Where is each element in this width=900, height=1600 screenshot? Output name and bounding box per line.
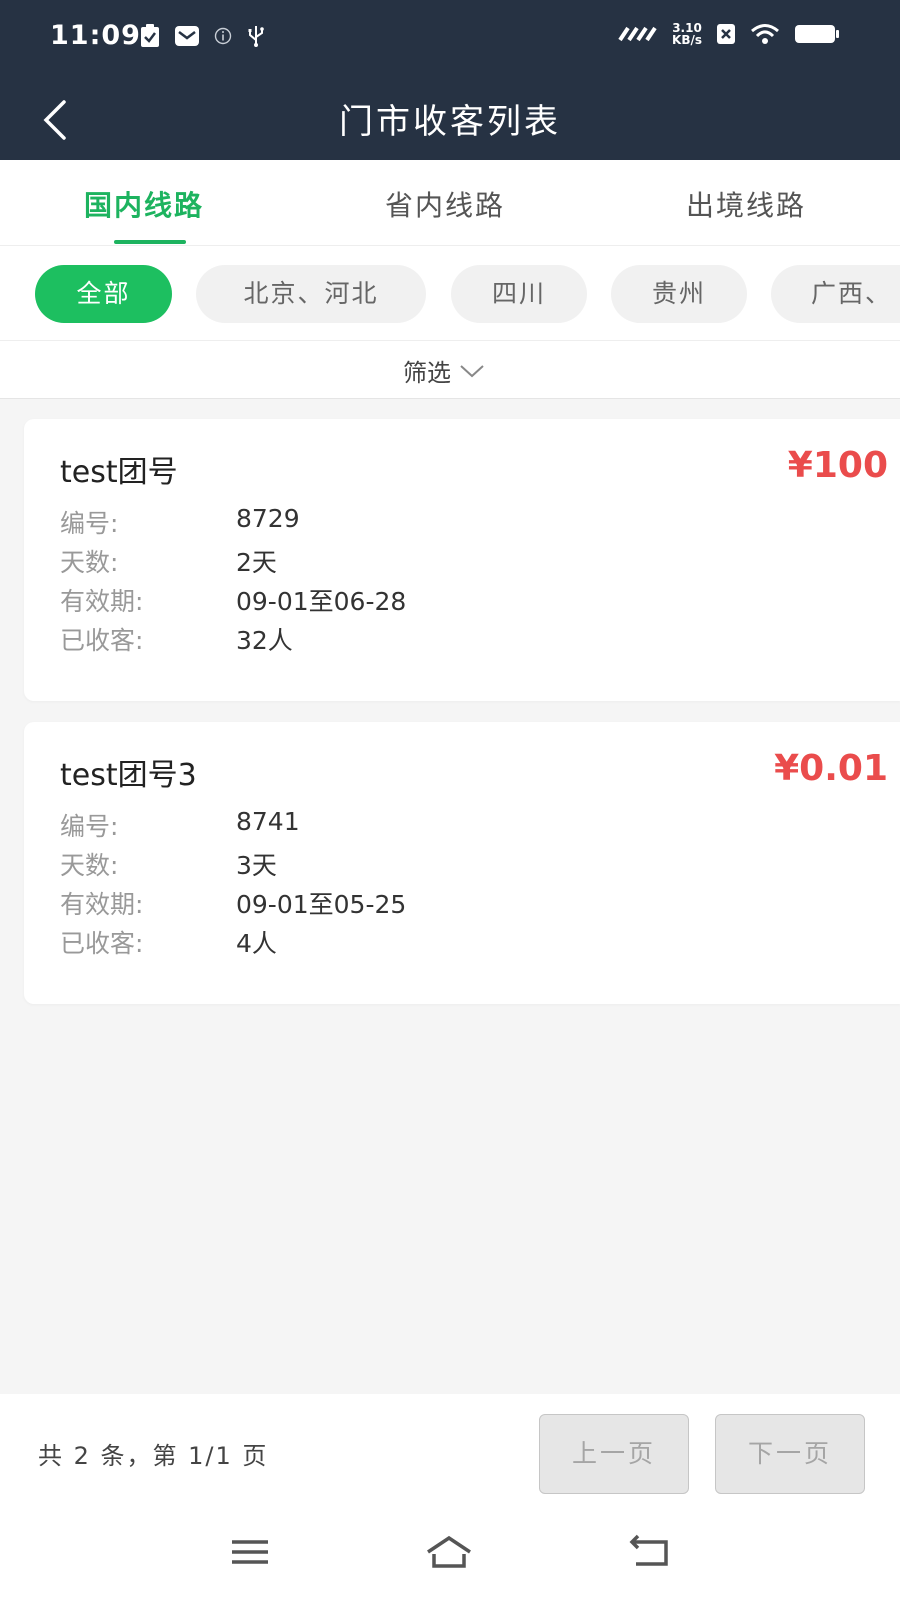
tour-price: ¥0.01 xyxy=(774,748,888,789)
route-tabs: 国内线路 省内线路 出境线路 xyxy=(0,160,900,246)
clipboard-icon xyxy=(141,24,159,47)
tour-code-value: 8729 xyxy=(236,504,300,533)
tour-name: test团号 xyxy=(60,455,178,490)
tour-days-label: 天数: xyxy=(60,851,119,880)
tour-price: ¥100 xyxy=(787,445,888,486)
tour-card[interactable]: test团号3 ¥0.01 编号: 8741 天数: 3天 有效期: 09-01… xyxy=(24,722,900,1004)
tour-code-label: 编号: xyxy=(60,509,119,538)
status-time: 11:09 xyxy=(50,20,141,51)
chip-sichuan[interactable]: 四川 xyxy=(451,265,587,323)
tour-code-value: 8741 xyxy=(236,807,300,836)
menu-icon[interactable] xyxy=(230,1534,270,1570)
active-tab-indicator xyxy=(114,240,186,244)
tab-provincial[interactable]: 省内线路 xyxy=(385,184,505,224)
tour-collected-value: 4人 xyxy=(236,929,277,958)
network-speed: 3.10 KB/s xyxy=(672,22,702,46)
tour-validity-label: 有效期: xyxy=(60,890,144,919)
signal-icon xyxy=(618,26,657,42)
tab-domestic[interactable]: 国内线路 xyxy=(84,184,204,224)
chevron-down-icon xyxy=(460,364,484,377)
status-system-icons: 3.10 KB/s xyxy=(618,22,840,46)
filter-bar: 筛选 xyxy=(0,341,900,399)
tour-validity-label: 有效期: xyxy=(60,587,144,616)
usb-icon xyxy=(248,26,264,47)
tour-days-value: 3天 xyxy=(236,851,277,880)
header: 门市收客列表 xyxy=(0,80,900,160)
wifi-icon xyxy=(751,24,779,44)
page-title: 门市收客列表 xyxy=(339,102,561,142)
tour-code-label: 编号: xyxy=(60,812,119,841)
tab-outbound[interactable]: 出境线路 xyxy=(686,184,806,224)
battery-icon xyxy=(795,25,839,43)
tour-days-value: 2天 xyxy=(236,548,277,577)
chip-all[interactable]: 全部 xyxy=(35,265,172,323)
tour-card[interactable]: test团号 ¥100 编号: 8729 天数: 2天 有效期: 09-01至0… xyxy=(24,419,900,701)
system-nav-bar xyxy=(0,1512,900,1600)
pagination-footer: 共 2 条，第 1/1 页 上一页 下一页 xyxy=(0,1394,900,1512)
filter-label: 筛选 xyxy=(403,359,451,387)
tour-collected-value: 32人 xyxy=(236,626,293,655)
tour-days-label: 天数: xyxy=(60,548,119,577)
region-filter-chips: 全部 北京、河北 四川 贵州 广西、 xyxy=(0,246,900,341)
page-summary: 共 2 条，第 1/1 页 xyxy=(38,1442,269,1470)
network-speed-unit: KB/s xyxy=(672,33,702,47)
status-bar: 11:09 3.10 KB/s xyxy=(0,0,900,80)
prev-page-button[interactable]: 上一页 xyxy=(539,1414,689,1494)
tour-validity-value: 09-01至06-28 xyxy=(236,587,407,616)
chip-guangxi[interactable]: 广西、 xyxy=(771,265,900,323)
status-notification-icons xyxy=(140,24,266,48)
info-icon xyxy=(214,27,232,45)
return-icon[interactable] xyxy=(628,1534,672,1570)
tour-validity-value: 09-01至05-25 xyxy=(236,890,407,919)
filter-button[interactable]: 筛选 xyxy=(403,353,485,388)
tour-collected-label: 已收客: xyxy=(60,626,144,655)
mail-icon xyxy=(175,26,199,46)
sim-off-icon xyxy=(717,24,735,44)
tour-collected-label: 已收客: xyxy=(60,929,144,958)
home-icon[interactable] xyxy=(424,1534,474,1570)
chip-guizhou[interactable]: 贵州 xyxy=(611,265,747,323)
tour-name: test团号3 xyxy=(60,758,197,793)
next-page-button[interactable]: 下一页 xyxy=(715,1414,865,1494)
chip-beijing-hebei[interactable]: 北京、河北 xyxy=(196,265,426,323)
